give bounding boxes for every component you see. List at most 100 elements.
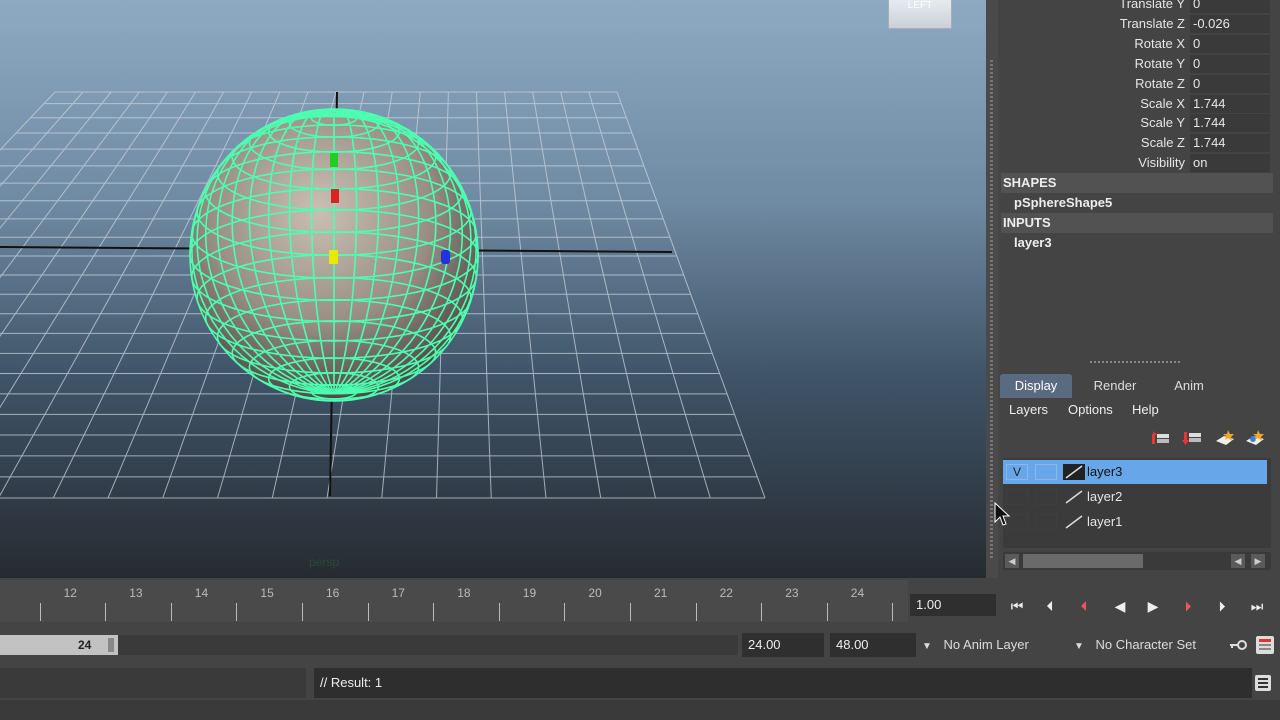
channel-row[interactable]: Rotate Y 0 [998,54,1273,74]
character-set-dropdown[interactable]: ▼ No Character Set [1074,633,1196,659]
channel-row[interactable]: Rotate X 0 [998,34,1273,54]
manip-handle-blue [441,250,450,264]
pane-splitter[interactable] [986,0,998,578]
layer-name: layer1 [1087,514,1123,529]
scroll-thumb[interactable] [1023,554,1143,568]
menu-help[interactable]: Help [1132,402,1159,417]
script-editor-icon[interactable] [1255,675,1271,691]
splitter-dots [1090,361,1180,363]
channel-row[interactable]: Translate Y 0 [998,0,1273,14]
tab-display[interactable]: Display [1000,374,1072,398]
step-back-key-icon[interactable]: ⏴ [1037,596,1063,616]
tab-render[interactable]: Render [1078,374,1152,398]
new-layer-icon[interactable] [1214,428,1236,448]
channel-value[interactable]: 1.744 [1190,114,1270,133]
character-set-label: No Character Set [1095,637,1196,652]
channel-value[interactable]: 0 [1190,54,1270,73]
manip-handle-yellow [329,250,338,264]
channel-row[interactable]: Scale Z 1.744 [998,133,1273,153]
frame-tick [826,603,828,621]
layer-color-swatch[interactable] [1063,489,1085,505]
channel-value[interactable]: 0 [1190,0,1270,13]
menu-layers[interactable]: Layers [1009,402,1048,417]
layer-list: V layer3 layer2 layer1 [1003,458,1271,548]
layer-visibility-toggle[interactable]: V [1006,464,1028,480]
time-slider[interactable]: 12 13 14 15 16 17 18 19 20 21 22 23 24 [0,580,908,622]
animation-end-field[interactable]: 48.00 [830,633,916,657]
channel-label: Rotate X [1134,35,1185,51]
move-layer-down-icon[interactable] [1182,428,1204,448]
play-forward-icon[interactable]: ▶ [1140,596,1166,616]
anim-layer-label: No Anim Layer [943,637,1029,652]
scroll-left-arrow-icon[interactable]: ◀ [1005,554,1019,568]
frame-tick [892,603,894,621]
channel-value[interactable]: 1.744 [1190,134,1270,153]
frame-tick [433,603,435,621]
scroll-right-arrow-icon[interactable]: ▶ [1251,554,1265,568]
layer-color-swatch[interactable] [1063,514,1085,530]
channel-row[interactable]: Scale X 1.744 [998,94,1273,114]
mouse-cursor-icon [994,502,1010,526]
layer-row-layer2[interactable]: layer2 [1003,485,1267,509]
tab-anim[interactable]: Anim [1158,374,1220,398]
frame-tick [105,603,107,621]
layer-row-layer1[interactable]: layer1 [1003,510,1267,534]
layer-type-toggle[interactable] [1035,514,1057,530]
channel-value[interactable]: -0.026 [1190,14,1270,33]
layer-type-toggle[interactable] [1035,489,1057,505]
channel-value[interactable]: 0 [1190,34,1270,53]
step-back-frame-icon[interactable]: ⏴ [1071,596,1097,616]
step-forward-key-icon[interactable]: ⏵ [1209,596,1235,616]
perspective-viewport[interactable]: LEFT persp [0,0,986,578]
playback-end-field[interactable]: 24.00 [742,633,824,657]
channel-layer-splitter[interactable] [998,355,1280,369]
go-to-end-icon[interactable]: ⏭ [1244,596,1270,616]
layer-list-scrollbar[interactable]: ◀ ◀ ▶ [1003,552,1271,570]
input-node[interactable]: layer3 [1014,233,1052,253]
channel-row[interactable]: Rotate Z 0 [998,74,1273,94]
shape-node[interactable]: pSphereShape5 [1014,193,1112,213]
frame-number: 12 [63,586,77,600]
step-forward-frame-icon[interactable]: ⏵ [1175,596,1201,616]
channel-value[interactable]: on [1190,154,1270,173]
help-line [0,700,1280,720]
channel-label: Rotate Z [1135,75,1185,91]
manip-handle-green [330,153,338,167]
command-input[interactable] [0,668,306,698]
channel-value[interactable]: 0 [1190,74,1270,93]
inputs-header: INPUTS [1003,215,1051,230]
play-backward-icon[interactable]: ◀ [1107,596,1133,616]
channel-value[interactable]: 1.744 [1190,94,1270,113]
viewcube[interactable]: LEFT [888,0,952,29]
command-line: // Result: 1 [0,666,1280,700]
move-layer-up-icon[interactable] [1151,428,1173,448]
key-icon[interactable] [1228,636,1248,654]
channel-row[interactable]: Scale Y 1.744 [998,113,1273,133]
anim-layer-dropdown[interactable]: ▼ No Anim Layer [922,633,1029,659]
layer-name: layer3 [1087,464,1123,479]
layer-color-swatch[interactable] [1063,464,1085,480]
range-bar[interactable]: 24 [0,635,118,655]
channel-row[interactable]: Visibility on [998,153,1273,173]
frame-number: 20 [588,586,602,600]
preferences-icon[interactable] [1256,636,1274,654]
current-time-field[interactable]: 1.00 [910,594,996,616]
layer-row-layer3[interactable]: V layer3 [1003,460,1267,484]
frame-number: 16 [326,586,340,600]
channel-row[interactable]: Translate Z -0.026 [998,14,1273,34]
frame-tick [630,603,632,621]
new-layer-selected-icon[interactable] [1244,428,1266,448]
frame-number: 24 [850,586,865,600]
frame-tick [302,603,304,621]
layer-type-toggle[interactable] [1035,464,1057,480]
frame-number: 18 [457,586,471,600]
viewport-scene [0,91,766,499]
frame-tick [498,603,500,621]
frame-tick [695,603,697,621]
range-handle[interactable] [108,638,114,652]
range-slider[interactable]: 24 [0,630,740,660]
command-result: // Result: 1 [314,668,1252,698]
menu-options[interactable]: Options [1068,402,1113,417]
go-to-start-icon[interactable]: ⏮ [1004,596,1030,616]
scroll-left-arrow-icon[interactable]: ◀ [1231,554,1245,568]
